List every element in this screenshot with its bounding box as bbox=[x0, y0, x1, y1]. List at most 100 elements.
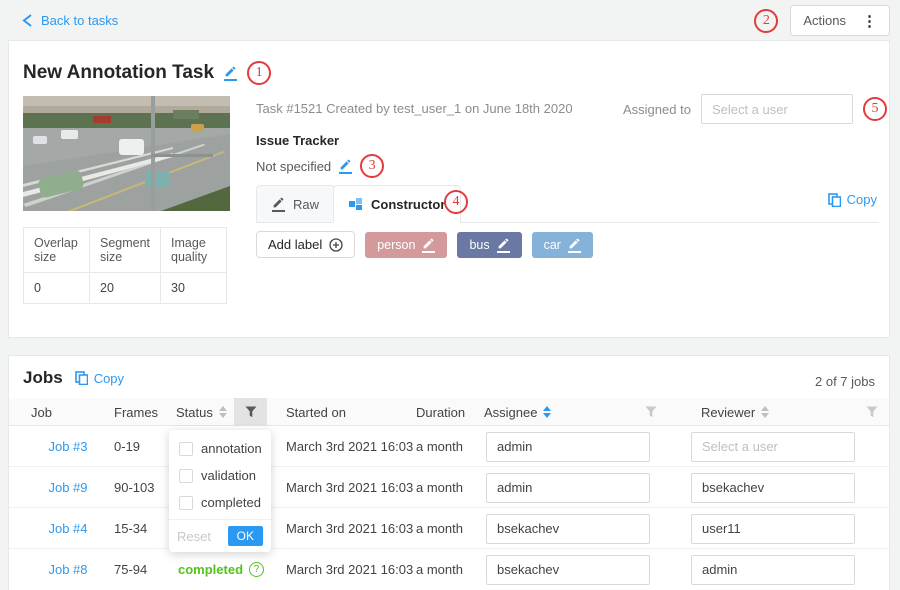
job-9-reviewer-input[interactable] bbox=[691, 473, 855, 503]
annotation-circle-5: 5 bbox=[863, 97, 887, 121]
jobs-copy-link[interactable]: Copy bbox=[75, 371, 124, 386]
param-header-overlap: Overlap size bbox=[24, 228, 90, 273]
tab-raw-label: Raw bbox=[293, 197, 319, 212]
jobs-card: Jobs Copy 2 of 7 jobs Job Frames Status … bbox=[8, 355, 890, 590]
filter-option-completed[interactable]: completed bbox=[169, 489, 271, 516]
plus-circle-icon bbox=[329, 238, 343, 252]
param-header-quality: Image quality bbox=[161, 228, 227, 273]
copy-label: Copy bbox=[847, 192, 877, 207]
status-filter-dropdown: annotation validation completed Reset OK bbox=[169, 430, 271, 552]
job-3-frames: 0-19 bbox=[114, 426, 140, 467]
param-value-overlap: 0 bbox=[24, 273, 90, 304]
filter-annotation-label: annotation bbox=[201, 441, 262, 456]
job-3-assignee-input[interactable] bbox=[486, 432, 650, 462]
filter-completed-label: completed bbox=[201, 495, 261, 510]
issue-tracker-label: Issue Tracker bbox=[256, 133, 339, 148]
assignee-header-label: Assignee bbox=[484, 405, 537, 420]
chevron-left-icon bbox=[22, 14, 33, 27]
assignee-sort-icon[interactable] bbox=[543, 406, 551, 418]
edit-person-label-icon[interactable] bbox=[422, 237, 435, 253]
col-header-status[interactable]: Status bbox=[176, 398, 227, 426]
edit-bus-label-icon[interactable] bbox=[497, 237, 510, 253]
filter-reset-button[interactable]: Reset bbox=[177, 529, 211, 544]
job-3-duration: a month bbox=[416, 426, 463, 467]
task-params-table: Overlap size Segment size Image quality … bbox=[23, 227, 227, 304]
reviewer-filter-icon[interactable] bbox=[855, 398, 888, 426]
param-value-segment: 20 bbox=[90, 273, 161, 304]
filter-option-validation[interactable]: validation bbox=[169, 462, 271, 489]
actions-area: 2 Actions ⋮ bbox=[754, 5, 890, 36]
checkbox-validation[interactable] bbox=[179, 469, 193, 483]
col-header-reviewer[interactable]: Reviewer bbox=[701, 398, 769, 426]
label-chip-bus[interactable]: bus bbox=[457, 232, 521, 258]
tab-raw[interactable]: Raw bbox=[256, 185, 335, 223]
label-chip-car[interactable]: car bbox=[532, 232, 593, 258]
add-label-text: Add label bbox=[268, 237, 322, 252]
copy-label: Copy bbox=[94, 371, 124, 386]
actions-button[interactable]: Actions ⋮ bbox=[790, 5, 890, 36]
col-header-job: Job bbox=[31, 398, 52, 426]
job-4-assignee-input[interactable] bbox=[486, 514, 650, 544]
tab-constructor-label: Constructor bbox=[371, 197, 445, 212]
job-8-started: March 3rd 2021 16:03 bbox=[286, 549, 413, 590]
annotation-circle-1: 1 bbox=[247, 61, 271, 85]
task-title: New Annotation Task bbox=[23, 62, 214, 84]
job-8-status: completed bbox=[178, 562, 243, 577]
job-4-duration: a month bbox=[416, 508, 463, 549]
filter-option-annotation[interactable]: annotation bbox=[169, 435, 271, 462]
jobs-count-label: 2 of 7 jobs bbox=[815, 374, 875, 389]
task-assignee-input[interactable] bbox=[701, 94, 853, 124]
raw-edit-icon bbox=[272, 196, 285, 212]
job-4-started: March 3rd 2021 16:03 bbox=[286, 508, 413, 549]
labels-copy-link[interactable]: Copy bbox=[828, 192, 877, 207]
edit-issue-tracker-icon[interactable] bbox=[339, 158, 352, 174]
job-row-9: Job #9 90-103 March 3rd 2021 16:03 a mon… bbox=[9, 467, 889, 508]
edit-title-icon[interactable] bbox=[224, 65, 237, 81]
checkbox-completed[interactable] bbox=[179, 496, 193, 510]
job-9-assignee-input[interactable] bbox=[486, 473, 650, 503]
label-bus-name: bus bbox=[469, 238, 489, 252]
col-header-assignee[interactable]: Assignee bbox=[484, 398, 551, 426]
back-to-tasks-label: Back to tasks bbox=[41, 13, 118, 28]
job-row-4: Job #4 15-34 March 3rd 2021 16:03 a mont… bbox=[9, 508, 889, 549]
job-9-duration: a month bbox=[416, 467, 463, 508]
status-header-label: Status bbox=[176, 405, 213, 420]
annotation-circle-2: 2 bbox=[754, 9, 778, 33]
status-sort-icon[interactable] bbox=[219, 406, 227, 418]
label-chip-person[interactable]: person bbox=[365, 232, 447, 258]
checkbox-annotation[interactable] bbox=[179, 442, 193, 456]
job-8-frames: 75-94 bbox=[114, 549, 147, 590]
job-3-started: March 3rd 2021 16:03 bbox=[286, 426, 413, 467]
jobs-table-header: Job Frames Status Started on Duration As… bbox=[9, 398, 889, 426]
job-9-link[interactable]: Job #9 bbox=[31, 467, 105, 508]
col-header-started: Started on bbox=[286, 398, 346, 426]
question-circle-icon[interactable]: ? bbox=[249, 562, 264, 577]
job-8-assignee-input[interactable] bbox=[486, 555, 650, 585]
assignee-filter-icon[interactable] bbox=[634, 398, 667, 426]
issue-tracker-value: Not specified bbox=[256, 159, 331, 174]
label-person-name: person bbox=[377, 238, 415, 252]
job-4-reviewer-input[interactable] bbox=[691, 514, 855, 544]
param-header-segment: Segment size bbox=[90, 228, 161, 273]
job-9-frames: 90-103 bbox=[114, 467, 154, 508]
add-label-button[interactable]: Add label bbox=[256, 231, 355, 258]
back-to-tasks-link[interactable]: Back to tasks bbox=[22, 13, 118, 28]
job-9-started: March 3rd 2021 16:03 bbox=[286, 467, 413, 508]
col-header-duration: Duration bbox=[416, 398, 465, 426]
status-filter-icon[interactable] bbox=[234, 398, 267, 426]
annotation-circle-4: 4 bbox=[444, 190, 468, 214]
job-3-link[interactable]: Job #3 bbox=[31, 426, 105, 467]
task-preview-image bbox=[23, 96, 230, 211]
label-car-name: car bbox=[544, 238, 561, 252]
tab-constructor[interactable]: Constructor bbox=[333, 185, 461, 223]
edit-car-label-icon[interactable] bbox=[568, 237, 581, 253]
job-8-reviewer-input[interactable] bbox=[691, 555, 855, 585]
more-menu-icon: ⋮ bbox=[862, 12, 877, 30]
param-value-quality: 30 bbox=[161, 273, 227, 304]
job-3-reviewer-input[interactable] bbox=[691, 432, 855, 462]
task-meta-text: Task #1521 Created by test_user_1 on Jun… bbox=[256, 101, 573, 116]
job-8-link[interactable]: Job #8 bbox=[31, 549, 105, 590]
reviewer-sort-icon[interactable] bbox=[761, 406, 769, 418]
job-4-link[interactable]: Job #4 bbox=[31, 508, 105, 549]
filter-ok-button[interactable]: OK bbox=[228, 526, 263, 546]
